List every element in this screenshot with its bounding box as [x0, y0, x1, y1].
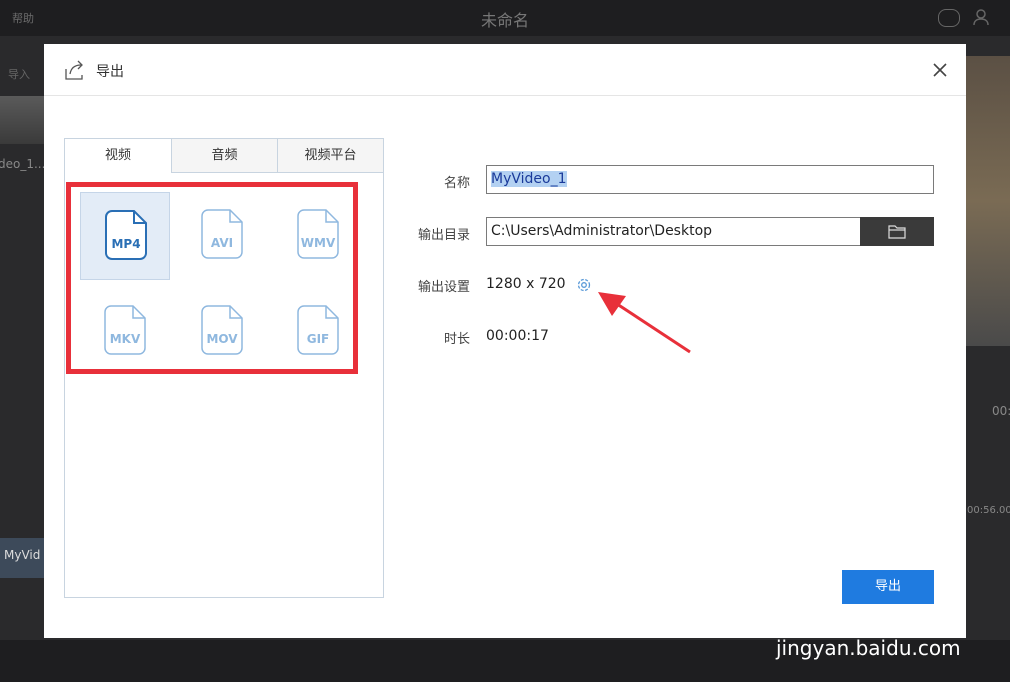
export-dialog: 导出 视频 音频 视频平台 MP4 AVI WMV MKV MOV GIF 名称…: [44, 44, 966, 638]
duration-label: 时长: [443, 332, 470, 347]
duration-value: 00:00:17: [486, 328, 549, 344]
media-name: deo_1...: [0, 157, 46, 171]
dialog-title: 导出: [96, 64, 124, 80]
timeline-ruler-time: 00:56.00: [967, 505, 1010, 516]
gear-icon[interactable]: [575, 276, 593, 294]
format-label: WMV: [300, 236, 336, 250]
wmv-file-icon: [297, 209, 339, 259]
tab-video-platform[interactable]: 视频平台: [277, 139, 383, 173]
gif-file-icon: [297, 305, 339, 355]
folder-icon: [888, 225, 906, 239]
format-wmv[interactable]: WMV: [273, 192, 363, 280]
watermark-brand: Baidu经验: [772, 604, 936, 639]
format-label: MP4: [111, 237, 141, 251]
format-mkv[interactable]: MKV: [80, 288, 170, 376]
chat-icon[interactable]: [938, 9, 960, 27]
mp4-file-icon: [105, 210, 147, 260]
format-tabs: 视频 音频 视频平台: [65, 139, 383, 174]
dialog-header: 导出: [44, 44, 966, 96]
format-gif[interactable]: GIF: [273, 288, 363, 376]
format-avi[interactable]: AVI: [177, 192, 267, 280]
user-icon[interactable]: [972, 8, 990, 26]
name-label: 名称: [443, 176, 470, 191]
format-label: GIF: [306, 332, 330, 346]
media-thumbnail[interactable]: [0, 96, 44, 144]
watermark: Baidu经验 jingyan.baidu.com: [772, 596, 962, 662]
export-icon: [65, 60, 83, 80]
close-icon[interactable]: [930, 60, 950, 80]
format-mp4[interactable]: MP4: [80, 192, 170, 280]
tab-audio[interactable]: 音频: [171, 139, 277, 173]
timeline-clip-label: MyVid: [4, 548, 41, 562]
preview-area: [966, 56, 1010, 346]
format-mov[interactable]: MOV: [177, 288, 267, 376]
watermark-url: jingyan.baidu.com: [776, 636, 961, 660]
mkv-file-icon: [104, 305, 146, 355]
app-title: 未命名: [480, 11, 529, 30]
output-settings-label: 输出设置: [417, 280, 470, 295]
output-dir-field[interactable]: C:\Users\Administrator\Desktop: [486, 217, 860, 246]
preview-time: 00:: [992, 404, 1010, 418]
format-label: AVI: [210, 236, 234, 250]
tab-video[interactable]: 视频: [65, 139, 171, 173]
output-settings-value: 1280 x 720: [486, 276, 566, 292]
name-field[interactable]: MyVideo_1: [486, 165, 934, 194]
avi-file-icon: [201, 209, 243, 259]
output-dir-label: 输出目录: [417, 228, 470, 243]
format-label: MOV: [206, 332, 238, 346]
mov-file-icon: [201, 305, 243, 355]
format-label: MKV: [109, 332, 141, 346]
import-tab[interactable]: 导入: [8, 66, 30, 82]
name-value: MyVideo_1: [491, 171, 567, 187]
app-titlebar: 帮助 未命名: [0, 0, 1010, 36]
browse-folder-button[interactable]: [860, 217, 934, 246]
